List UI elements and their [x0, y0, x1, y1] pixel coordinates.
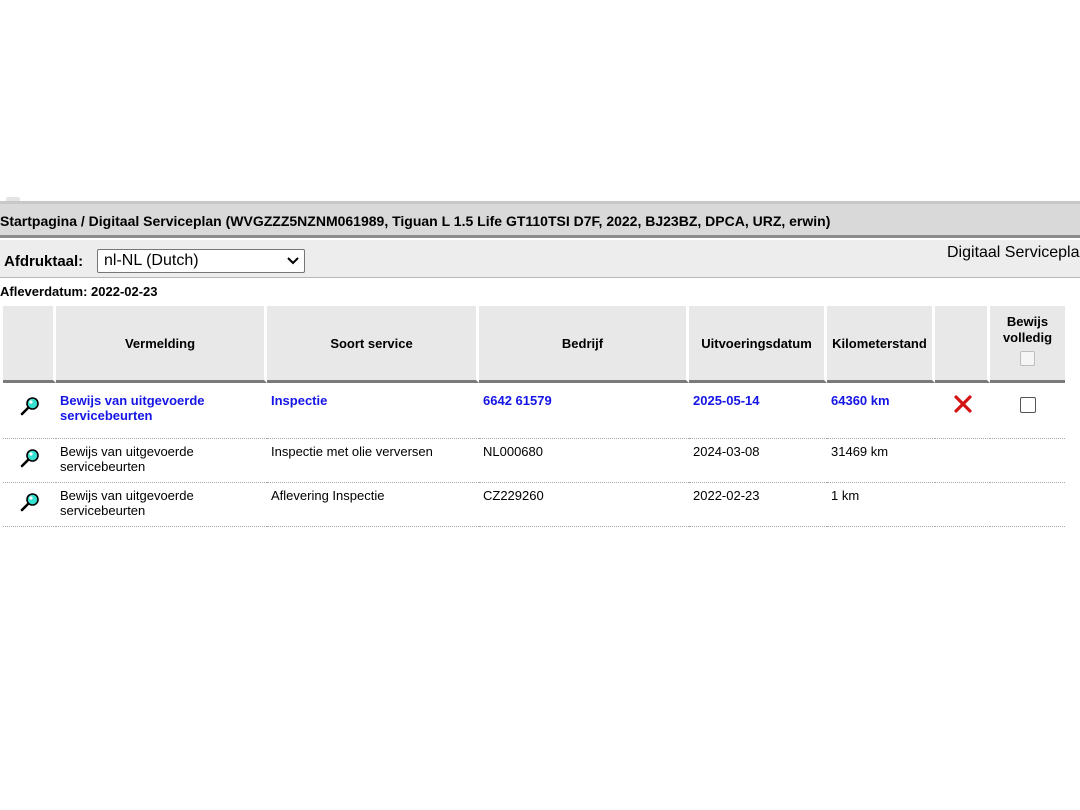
print-language-label: Afdruktaal:: [4, 253, 84, 270]
page-title: Digitaal Serviceplan: [947, 244, 1080, 261]
cell-entry: Bewijs van uitgevoerde servicebeurten: [56, 483, 267, 527]
cell-mileage: 64360 km: [827, 383, 935, 439]
delete-cell: [935, 439, 990, 483]
table-row: Bewijs van uitgevoerde servicebeurten In…: [3, 439, 1065, 483]
cell-company: NL000680: [479, 439, 689, 483]
proof-cell: [990, 483, 1065, 527]
cell-date: 2025-05-14: [689, 383, 827, 439]
cell-date: 2022-02-23: [689, 483, 827, 527]
cell-mileage: 31469 km: [827, 439, 935, 483]
view-cell[interactable]: [3, 483, 56, 527]
print-language-select[interactable]: nl-NL (Dutch): [97, 249, 305, 273]
cell-service-type: Aflevering Inspectie: [267, 483, 479, 527]
delete-cell: [935, 483, 990, 527]
chevron-down-icon: [287, 257, 299, 265]
breadcrumb-bar: Startpagina / Digitaal Serviceplan (WVGZ…: [0, 204, 1080, 238]
select-all-checkbox[interactable]: [1020, 351, 1035, 366]
view-cell[interactable]: [3, 439, 56, 483]
magnifier-icon[interactable]: [19, 491, 41, 513]
service-history-table: Vermelding Soort service Bedrijf Uitvoer…: [3, 306, 1065, 527]
cell-company: CZ229260: [479, 483, 689, 527]
cell-mileage: 1 km: [827, 483, 935, 527]
delete-cell: [935, 383, 990, 439]
cell-entry: Bewijs van uitgevoerde servicebeurten: [56, 439, 267, 483]
table-row: Bewijs van uitgevoerde servicebeurten Af…: [3, 483, 1065, 527]
header-proof-complete: Bewijs volledig: [990, 306, 1065, 383]
magnifier-icon[interactable]: [19, 447, 41, 469]
tab-stub: [6, 197, 20, 201]
header-mileage: Kilometerstand: [827, 306, 935, 383]
print-language-value: nl-NL (Dutch): [104, 252, 199, 269]
cell-date: 2024-03-08: [689, 439, 827, 483]
header-date: Uitvoeringsdatum: [689, 306, 827, 383]
proof-complete-checkbox[interactable]: [1019, 397, 1036, 413]
proof-cell: [990, 383, 1065, 439]
cell-service-type: Inspectie: [267, 383, 479, 439]
delivery-date: Afleverdatum: 2022-02-23: [0, 284, 158, 299]
magnifier-icon[interactable]: [19, 395, 41, 417]
cell-service-type: Inspectie met olie verversen: [267, 439, 479, 483]
cell-company: 6642 61579: [479, 383, 689, 439]
breadcrumb: Startpagina / Digitaal Serviceplan (WVGZ…: [0, 213, 831, 229]
header-entry: Vermelding: [56, 306, 267, 383]
header-proof-line2: volledig: [1002, 330, 1053, 345]
print-language-bar: Afdruktaal: nl-NL (Dutch) Digitaal Servi…: [0, 240, 1080, 278]
header-view: [3, 306, 56, 383]
red-x-delete-icon[interactable]: [953, 395, 972, 413]
header-company: Bedrijf: [479, 306, 689, 383]
header-delete: [935, 306, 990, 383]
header-service-type: Soort service: [267, 306, 479, 383]
cell-entry[interactable]: Bewijs van uitgevoerde servicebeurten: [56, 383, 267, 439]
table-header-row: Vermelding Soort service Bedrijf Uitvoer…: [3, 306, 1065, 383]
proof-cell: [990, 439, 1065, 483]
table-row: Bewijs van uitgevoerde servicebeurten In…: [3, 383, 1065, 439]
view-cell[interactable]: [3, 383, 56, 439]
